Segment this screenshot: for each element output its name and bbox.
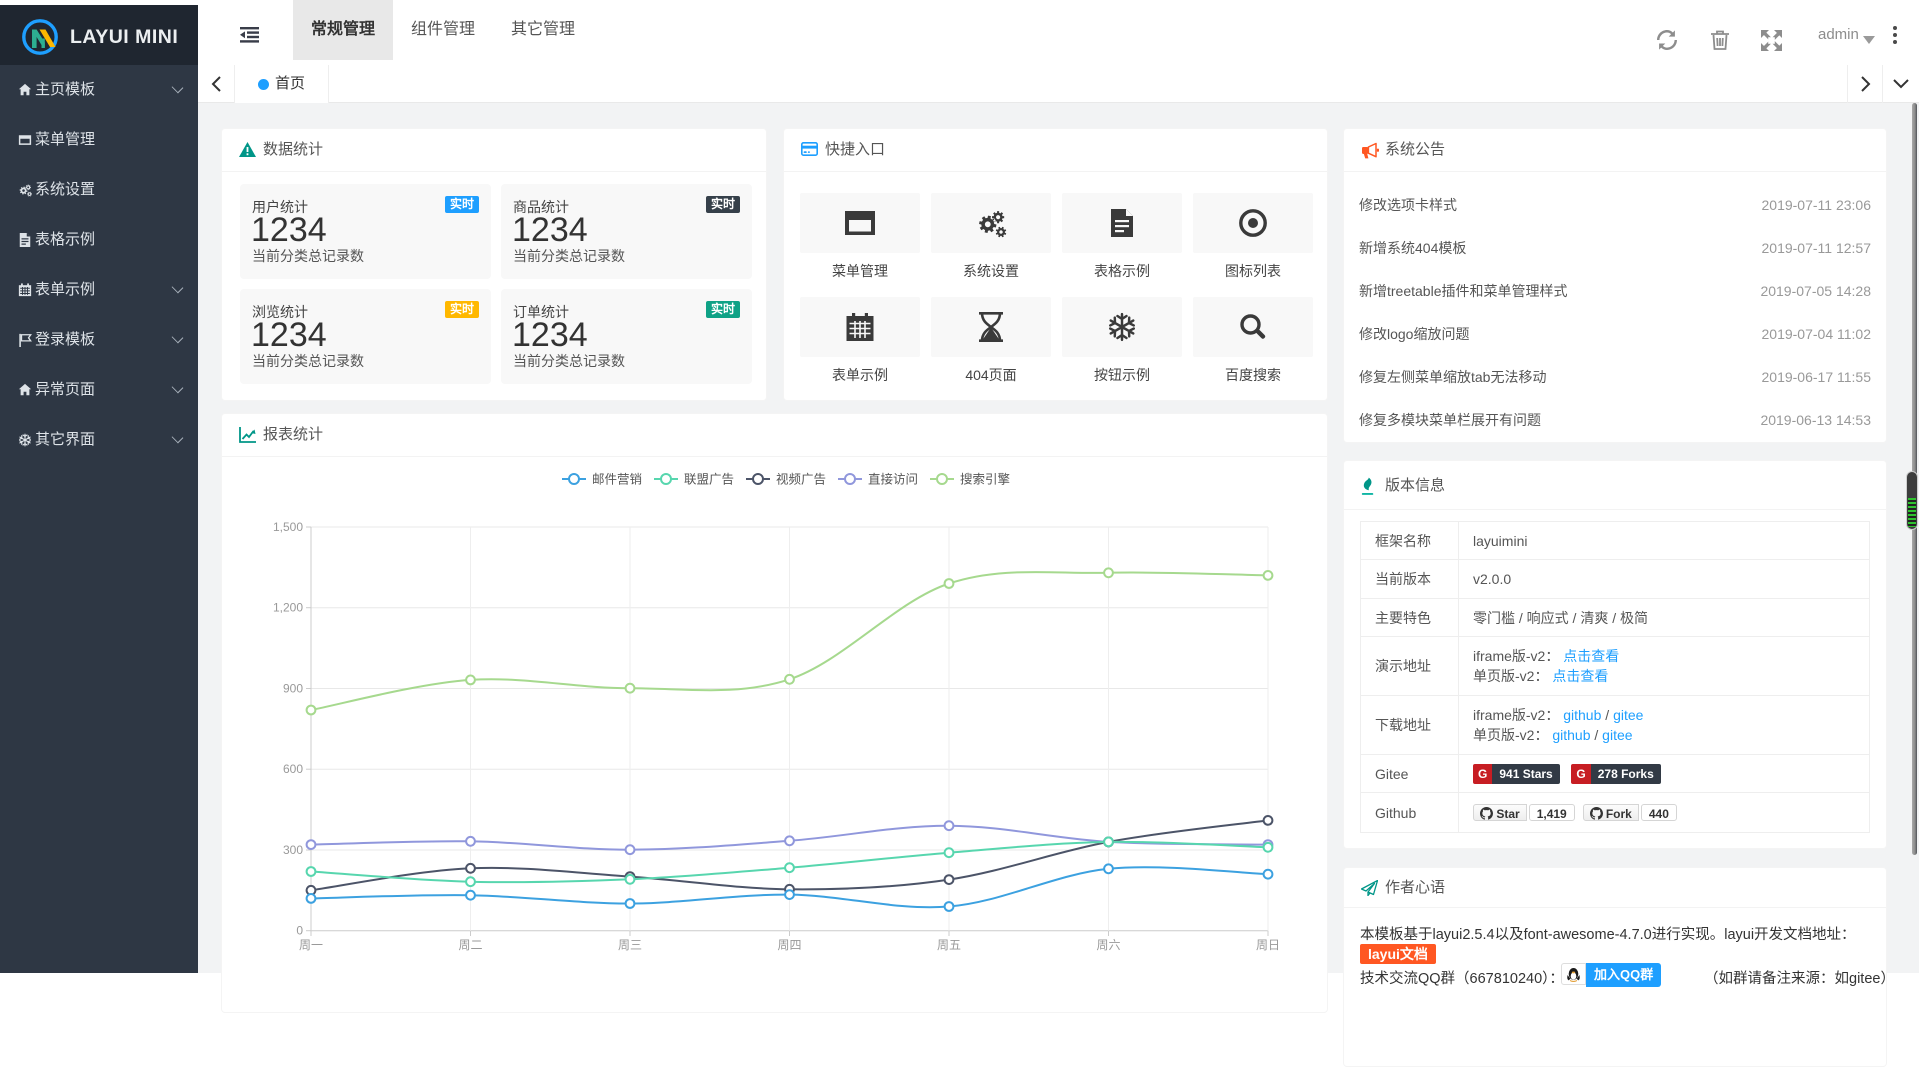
svg-text:0: 0: [296, 924, 303, 938]
svg-text:搜索引擎: 搜索引擎: [960, 472, 1010, 487]
svg-text:1,200: 1,200: [273, 601, 303, 615]
svg-text:1,500: 1,500: [273, 520, 303, 534]
svg-text:周五: 周五: [937, 938, 961, 952]
svg-text:300: 300: [283, 843, 303, 857]
svg-text:900: 900: [283, 682, 303, 696]
svg-text:邮件营销: 邮件营销: [592, 473, 642, 487]
svg-text:周三: 周三: [618, 938, 642, 952]
svg-text:600: 600: [283, 762, 303, 776]
svg-text:直接访问: 直接访问: [868, 472, 918, 487]
svg-text:周一: 周一: [299, 938, 323, 952]
svg-text:视频广告: 视频广告: [776, 472, 826, 487]
svg-text:周四: 周四: [777, 938, 801, 952]
svg-text:联盟广告: 联盟广告: [684, 473, 734, 487]
svg-text:周日: 周日: [1256, 938, 1280, 952]
svg-text:周六: 周六: [1096, 938, 1120, 952]
svg-text:周二: 周二: [458, 938, 482, 952]
